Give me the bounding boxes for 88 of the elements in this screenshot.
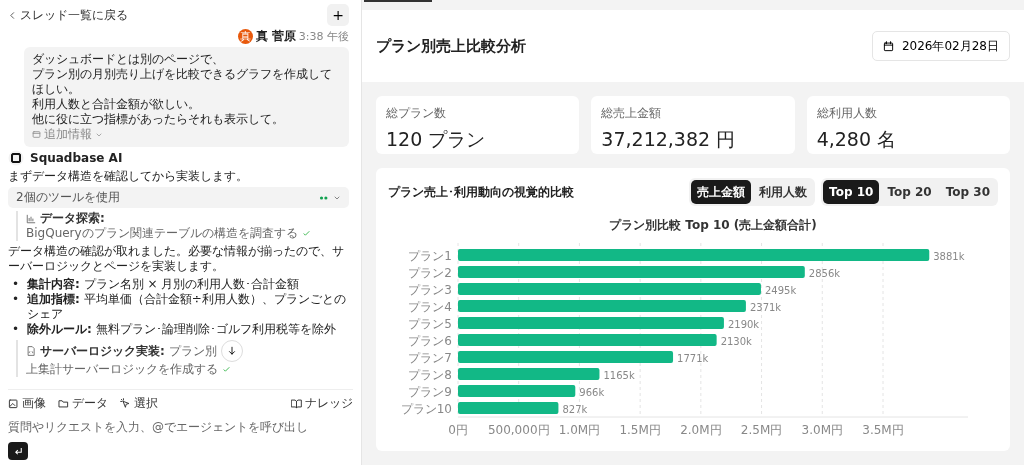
file-code-icon bbox=[26, 346, 36, 356]
tools-summary[interactable]: 2個のツールを使用 bbox=[8, 187, 349, 208]
message-line: ダッシュボードとは別のページで、 bbox=[32, 52, 225, 67]
axis-tick-label: 1.5M円 bbox=[619, 423, 661, 437]
bullet-marker: • bbox=[12, 322, 20, 337]
value-label: 1771k bbox=[677, 352, 709, 364]
scroll-down-button[interactable] bbox=[220, 340, 243, 362]
axis-tick-label: 500,000円 bbox=[487, 423, 550, 437]
chart-panel-title: プラン売上･利用動向の視覚的比較 bbox=[388, 184, 574, 201]
send-button[interactable] bbox=[8, 442, 28, 460]
image-tool-button[interactable]: 画像 bbox=[8, 394, 46, 412]
axis-category-label: プラン3 bbox=[408, 282, 452, 297]
back-link[interactable]: スレッド一覧に戻る bbox=[8, 7, 128, 23]
tools-summary-label: 2個のツールを使用 bbox=[16, 190, 120, 205]
value-label: 966k bbox=[579, 386, 605, 398]
bullet-item: 除外ルール: 無料プラン･論理削除･ゴルフ利用税等を除外 bbox=[27, 322, 336, 337]
metric-tab[interactable]: 利用人数 bbox=[753, 180, 814, 204]
stat-label: 総プラン数 bbox=[386, 105, 447, 122]
chevron-left-icon bbox=[8, 10, 17, 20]
stat-label: 総利用人数 bbox=[816, 105, 878, 122]
message-line: 他に役に立つ指標があったらそれも表示して。 bbox=[32, 112, 285, 127]
range-tab[interactable]: Top 30 bbox=[939, 180, 996, 204]
assistant-logo-icon bbox=[8, 150, 24, 166]
bullet-item: 追加指標: 平均単価（合計金額÷利用人数）、プランごとのシェア bbox=[27, 292, 347, 322]
axis-category-label: プラン1 bbox=[408, 248, 452, 263]
enter-icon bbox=[12, 445, 24, 457]
range-tab[interactable]: Top 10 bbox=[823, 180, 880, 204]
message-line: 利用人数と合計金額が欲しい。 bbox=[32, 97, 201, 112]
step-label: データ探索: bbox=[40, 211, 105, 226]
message-text: まずデータ構造を確認してから実装します。 bbox=[8, 169, 249, 184]
metric-tab[interactable]: 売上金額 bbox=[691, 180, 752, 204]
axis-category-label: プラン9 bbox=[408, 384, 452, 399]
value-label: 2495k bbox=[764, 284, 797, 296]
axis-tick-label: 3.0M円 bbox=[801, 423, 843, 437]
message-text: データ構造の確認が取れました。必要な情報が揃ったので、サーバーロジックとページを実装します。 bbox=[8, 244, 345, 274]
axis-tick-label: 0円 bbox=[448, 423, 468, 437]
bullet-marker: • bbox=[12, 277, 20, 292]
value-label: 1165k bbox=[603, 369, 635, 381]
page-title: プラン別売上比較分析 bbox=[376, 37, 526, 55]
folder-tool-button[interactable]: データ bbox=[58, 394, 108, 412]
value-label: 2130k bbox=[720, 335, 752, 347]
stat-label: 総売上金額 bbox=[601, 105, 663, 122]
chart-title: プラン別比較 Top 10 (売上金額合計) bbox=[609, 218, 817, 232]
panel-icon bbox=[32, 130, 41, 139]
arrow-down-icon bbox=[226, 346, 237, 356]
new-thread-button[interactable]: + bbox=[327, 4, 349, 26]
user-name: 真 菅原 bbox=[255, 29, 296, 44]
stat-value: 120 プラン bbox=[386, 127, 487, 152]
axis-category-label: プラン8 bbox=[408, 367, 452, 382]
axis-category-label: プラン7 bbox=[408, 350, 452, 365]
select-tool-button[interactable]: 選択 bbox=[120, 394, 158, 412]
value-label: 2371k bbox=[749, 301, 782, 313]
knowledge-button[interactable]: ナレッジ bbox=[291, 394, 353, 412]
axis-tick-label: 1.0M円 bbox=[558, 423, 601, 437]
range-tab[interactable]: Top 20 bbox=[881, 180, 938, 204]
axis-category-label: プラン6 bbox=[408, 333, 452, 348]
axis-category-label: プラン4 bbox=[408, 299, 452, 314]
message-time: 3:38 午後 bbox=[298, 29, 349, 44]
calendar-icon bbox=[882, 40, 894, 52]
folder-icon bbox=[58, 397, 69, 409]
active-tab-indicator bbox=[364, 0, 432, 2]
book-icon bbox=[291, 397, 302, 409]
stat-value: 4,280 名 bbox=[816, 127, 898, 152]
attachment-label: 追加情報 bbox=[44, 127, 92, 142]
value-label: 3881k bbox=[933, 250, 965, 262]
cursor-icon bbox=[120, 397, 131, 409]
axis-tick-label: 2.0M円 bbox=[680, 423, 722, 437]
bullet-marker: • bbox=[12, 292, 20, 308]
assistant-name: Squadbase AI bbox=[30, 150, 123, 166]
axis-category-label: プラン10 bbox=[400, 401, 452, 416]
bar-chart-icon bbox=[26, 213, 36, 224]
user-avatar: 真 bbox=[237, 29, 253, 44]
value-label: 827k bbox=[562, 403, 588, 415]
axis-category-label: プラン2 bbox=[408, 265, 452, 280]
axis-category-label: プラン5 bbox=[408, 316, 452, 331]
step-text: BigQueryのプラン関連テーブルの構造を調査する bbox=[26, 226, 298, 241]
bullet-item: 集計内容: プラン名別 × 月別の利用人数･合計金額 bbox=[27, 277, 300, 292]
value-label: 2856k bbox=[808, 267, 841, 279]
message-line: プラン別の月別売り上げを比較できるグラフを作成してほしい。 bbox=[32, 67, 333, 97]
step-text: 上集計サーバーロジックを作成する bbox=[26, 362, 218, 377]
date-picker[interactable]: 2026年02月28日 bbox=[871, 31, 1010, 61]
step-label: サーバーロジック実装: bbox=[40, 343, 165, 359]
axis-tick-label: 2.5M円 bbox=[740, 423, 783, 437]
image-icon bbox=[8, 397, 19, 409]
stat-value: 37,212,382 円 bbox=[601, 127, 737, 152]
step-text: プラン別 bbox=[168, 343, 217, 359]
axis-tick-label: 3.5M円 bbox=[862, 423, 904, 437]
value-label: 2190k bbox=[727, 318, 760, 330]
